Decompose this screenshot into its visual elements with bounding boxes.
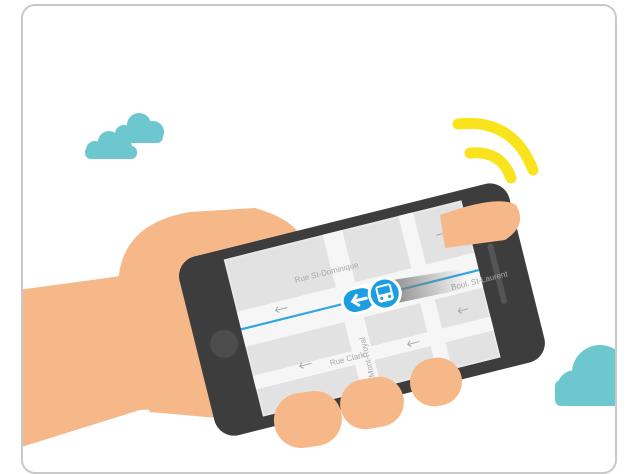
cloud-icon: [85, 113, 164, 159]
wifi-signal-icon: [452, 117, 539, 184]
cloud-icon: [555, 345, 615, 406]
illustration-scene: Rue St-Dominique Rue Clark Boul. St-Laur…: [23, 113, 615, 448]
